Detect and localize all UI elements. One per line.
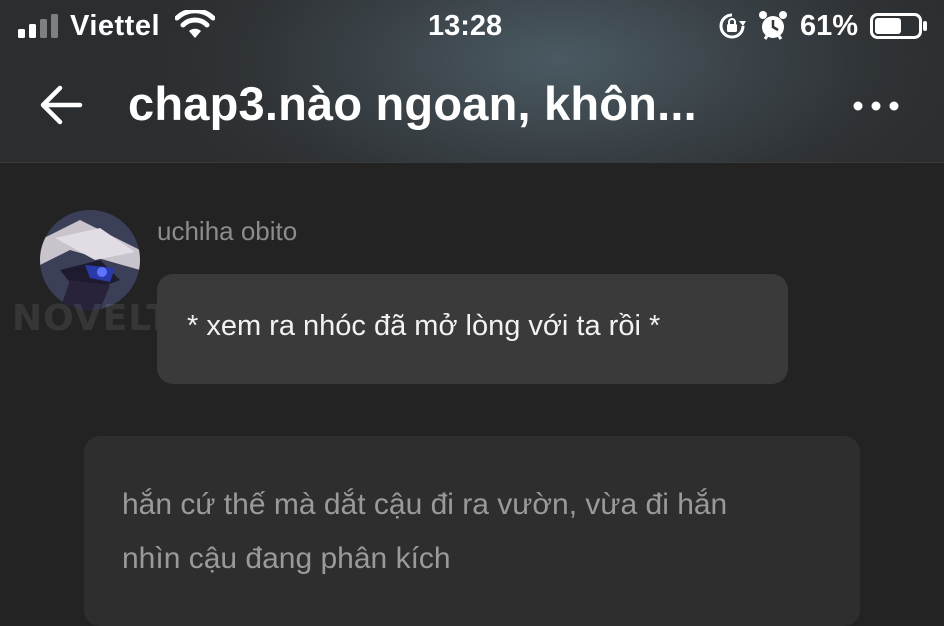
chapter-title: chap3.nào ngoan, khôn...: [128, 77, 697, 130]
header-bar: Viettel 13:28 61% chap3.nào ngoan, khôn.…: [0, 0, 944, 163]
rotation-lock-icon: [719, 13, 746, 39]
battery-icon: [870, 13, 927, 39]
battery-percent: 61%: [800, 10, 859, 42]
back-arrow-icon[interactable]: [36, 78, 90, 132]
message-username: uchiha obito: [157, 216, 298, 246]
status-bar: Viettel 13:28 61%: [0, 0, 944, 56]
wifi-icon: [175, 10, 215, 38]
carrier-name: Viettel: [70, 10, 161, 42]
narration-line: hắn cứ thế mà dắt cậu đi ra vườn, vừa đi…: [122, 488, 728, 521]
signal-icon: [18, 14, 58, 38]
avatar[interactable]: [40, 210, 140, 310]
narration-bubble: hắn cứ thế mà dắt cậu đi ra vườn, vừa đi…: [84, 436, 860, 626]
status-time: 13:28: [428, 10, 503, 42]
avatar-image: [40, 210, 140, 310]
alarm-icon: [759, 11, 787, 40]
more-dots-icon[interactable]: [846, 86, 906, 126]
chat-bubble: * xem ra nhóc đã mở lòng với ta rồi *: [157, 274, 788, 384]
narration-line: nhìn cậu đang phân kích: [122, 542, 451, 575]
